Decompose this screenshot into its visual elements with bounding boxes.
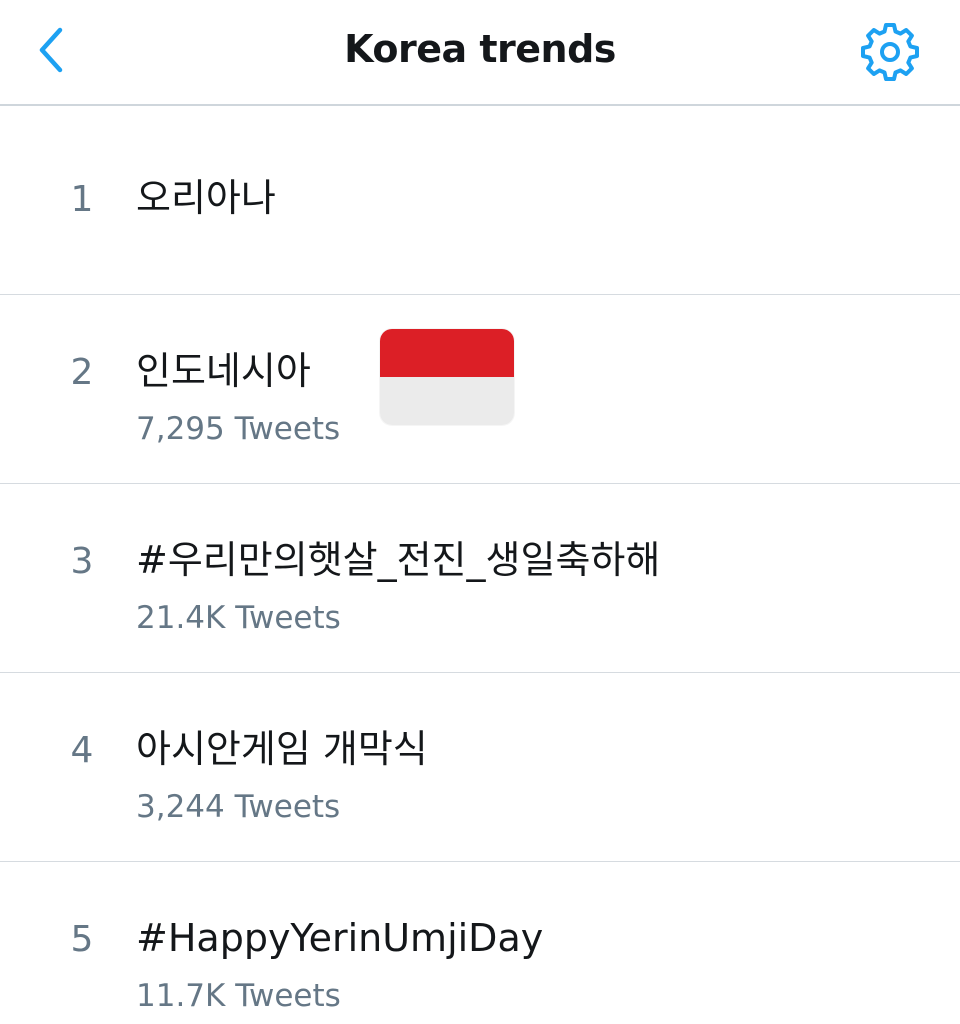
flag-red-band xyxy=(380,329,514,377)
trend-item-2[interactable]: 2 인도네시아 7,295 Tweets xyxy=(0,295,960,484)
trend-rank: 2 xyxy=(70,352,94,393)
trend-tweet-count: 7,295 Tweets xyxy=(136,411,341,447)
trend-rank: 3 xyxy=(70,541,94,582)
trend-list: 1 오리아나 2 인도네시아 7,295 Tweets 3 #우리만의햇살_전진… xyxy=(0,106,960,1024)
trend-tweet-count: 11.7K Tweets xyxy=(136,978,341,1014)
flag-white-band xyxy=(380,377,514,425)
trend-rank: 5 xyxy=(70,919,94,960)
trend-name: 인도네시아 xyxy=(136,349,311,393)
trend-name: 아시안게임 개막식 xyxy=(136,727,428,771)
trend-rank: 4 xyxy=(70,730,94,771)
trend-item-3[interactable]: 3 #우리만의햇살_전진_생일축하해 21.4K Tweets xyxy=(0,484,960,673)
trend-name: #우리만의햇살_전진_생일축하해 xyxy=(136,538,661,582)
settings-button[interactable] xyxy=(860,22,920,82)
trend-tweet-count: 21.4K Tweets xyxy=(136,600,341,636)
nav-header: Korea trends xyxy=(0,0,960,106)
trend-item-5[interactable]: 5 #HappyYerinUmjiDay 11.7K Tweets xyxy=(0,862,960,1024)
gear-icon xyxy=(861,23,919,81)
trend-item-4[interactable]: 4 아시안게임 개막식 3,244 Tweets xyxy=(0,673,960,862)
indonesia-flag-icon xyxy=(380,329,514,425)
trend-rank: 1 xyxy=(70,179,94,220)
trend-name: 오리아나 xyxy=(136,176,276,220)
trends-screen: Korea trends 1 오리아나 2 인도네시아 7,295 Tweets xyxy=(0,0,960,1024)
page-title: Korea trends xyxy=(344,27,616,71)
trend-name: #HappyYerinUmjiDay xyxy=(136,916,544,960)
trend-tweet-count: 3,244 Tweets xyxy=(136,789,341,825)
trend-item-1[interactable]: 1 오리아나 xyxy=(0,106,960,295)
